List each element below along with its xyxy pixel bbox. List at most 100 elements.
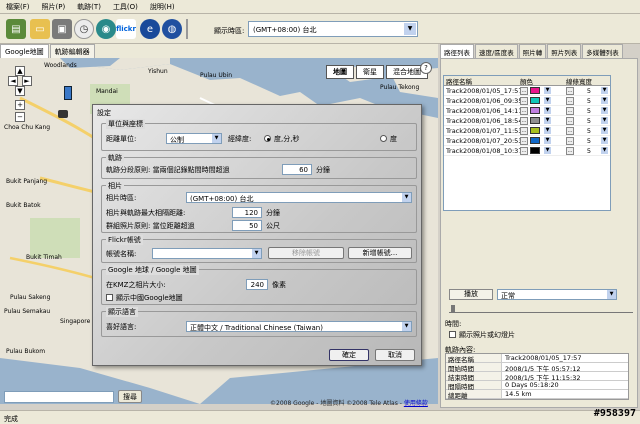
flickr-icon[interactable]: flickr [116, 19, 136, 39]
tab-track-list[interactable]: 路徑列表 [440, 44, 474, 58]
speed-select[interactable]: 正常 ▼ [497, 289, 617, 300]
slider-thumb[interactable] [451, 305, 455, 313]
width-picker-icon[interactable]: … [566, 116, 574, 125]
chevron-down-icon[interactable]: ▼ [544, 117, 551, 124]
color-swatch[interactable] [530, 97, 540, 104]
color-swatch[interactable] [530, 137, 540, 144]
chevron-down-icon[interactable]: ▼ [607, 290, 616, 299]
show-photo-checkbox[interactable] [449, 331, 456, 338]
zoom-out-icon[interactable]: − [15, 112, 25, 122]
china-map-checkbox[interactable] [106, 294, 113, 301]
map-search-input[interactable] [4, 391, 114, 403]
coord-dms-radio[interactable] [264, 135, 271, 142]
timezone-select[interactable]: (GMT+08:00) 台北 ▼ [248, 21, 418, 37]
zoom-in-icon[interactable]: + [15, 100, 25, 110]
table-row[interactable]: Track2008/01/05_17:57… ▼… 5 ▼ [444, 86, 610, 96]
tab-track-editor[interactable]: 軌跡編輯器 [49, 44, 95, 58]
tab-photo-convert[interactable]: 照片轉 [518, 44, 547, 58]
color-picker-icon[interactable]: … [520, 116, 528, 125]
tab-google-map[interactable]: Google地圖 [0, 44, 49, 58]
globe-icon[interactable]: ◉ [96, 19, 116, 39]
track-split-input[interactable]: 60 [282, 164, 312, 175]
distance-unit-select[interactable]: 公制 ▼ [166, 133, 222, 144]
table-row[interactable]: Track2008/01/06_09:35… ▼… 5 ▼ [444, 96, 610, 106]
flickr-remove-button[interactable]: 移除帳號 [268, 247, 344, 259]
width-picker-icon[interactable]: … [566, 136, 574, 145]
terms-link[interactable]: 使用條款 [404, 400, 428, 407]
table-row[interactable]: Track2008/01/06_18:54… ▼… 5 ▼ [444, 116, 610, 126]
color-swatch[interactable] [530, 127, 540, 134]
kmz-size-input[interactable]: 240 [246, 279, 268, 290]
folder-icon[interactable]: ▭ [30, 19, 50, 39]
table-row[interactable]: Track2008/01/08_10:37… ▼… 5 ▼ [444, 146, 610, 156]
color-picker-icon[interactable]: … [520, 126, 528, 135]
ok-button[interactable]: 確定 [329, 349, 369, 361]
play-button[interactable]: 播放 [449, 289, 493, 300]
lang-select[interactable]: 正體中文 / Traditional Chinese (Taiwan) ▼ [186, 321, 412, 332]
color-swatch[interactable] [530, 147, 540, 154]
table-row[interactable]: Track2008/01/07_20:53… ▼… 5 ▼ [444, 136, 610, 146]
chevron-down-icon[interactable]: ▼ [601, 97, 608, 104]
chevron-down-icon[interactable]: ▼ [601, 117, 608, 124]
menu-help[interactable]: 說明(H) [150, 2, 175, 12]
map-type-map[interactable]: 地圖 [326, 65, 354, 79]
chevron-down-icon[interactable]: ▼ [252, 249, 261, 258]
chevron-down-icon[interactable]: ▼ [544, 87, 551, 94]
google-earth-icon[interactable]: ◍ [162, 19, 182, 39]
chevron-down-icon[interactable]: ▼ [402, 322, 411, 331]
table-row[interactable]: Track2008/01/07_11:53… ▼… 5 ▼ [444, 126, 610, 136]
photo-time-input[interactable]: 120 [232, 207, 262, 218]
open-icon[interactable]: ▤ [6, 19, 26, 39]
color-picker-icon[interactable]: … [520, 96, 528, 105]
save-icon[interactable]: ▣ [52, 19, 72, 39]
pan-right-icon[interactable]: ► [22, 76, 32, 86]
chevron-down-icon[interactable]: ▼ [544, 97, 551, 104]
chevron-down-icon[interactable]: ▼ [544, 137, 551, 144]
pan-up-icon[interactable]: ▲ [15, 66, 25, 76]
chevron-down-icon[interactable]: ▼ [544, 107, 551, 114]
chevron-down-icon[interactable]: ▼ [402, 193, 411, 202]
menu-file[interactable]: 檔案(F) [6, 2, 30, 12]
tab-photo-list[interactable]: 照片列表 [547, 44, 582, 58]
color-swatch[interactable] [530, 107, 540, 114]
chevron-down-icon[interactable]: ▼ [601, 147, 608, 154]
map-type-satellite[interactable]: 衛星 [356, 65, 384, 79]
coord-deg-radio[interactable] [380, 135, 387, 142]
clock-icon[interactable]: ◷ [74, 19, 94, 39]
tab-media-list[interactable]: 多媒體列表 [582, 44, 623, 58]
menu-photo[interactable]: 照片(P) [42, 2, 66, 12]
width-picker-icon[interactable]: … [566, 106, 574, 115]
map-help-icon[interactable]: ? [420, 62, 432, 74]
flag-marker-icon[interactable] [64, 86, 72, 100]
pan-left-icon[interactable]: ◄ [8, 76, 18, 86]
flickr-account-select[interactable]: ▼ [152, 248, 262, 259]
ie-icon[interactable]: e [140, 19, 160, 39]
table-row[interactable]: Track2008/01/06_14:11… ▼… 5 ▼ [444, 106, 610, 116]
tab-speed-chart[interactable]: 速度/區度表 [475, 44, 518, 58]
color-picker-icon[interactable]: … [520, 146, 528, 155]
chevron-down-icon[interactable]: ▼ [601, 87, 608, 94]
photo-tz-select[interactable]: (GMT+08:00) 台北 ▼ [186, 192, 412, 203]
color-picker-icon[interactable]: … [520, 106, 528, 115]
chevron-down-icon[interactable]: ▼ [601, 107, 608, 114]
photo-group-input[interactable]: 50 [232, 220, 262, 231]
width-picker-icon[interactable]: … [566, 126, 574, 135]
pan-down-icon[interactable]: ▼ [15, 86, 25, 96]
width-picker-icon[interactable]: … [566, 86, 574, 95]
chevron-down-icon[interactable]: ▼ [601, 127, 608, 134]
width-picker-icon[interactable]: … [566, 96, 574, 105]
time-slider[interactable] [449, 305, 633, 313]
camera-marker-icon[interactable] [58, 110, 68, 118]
chevron-down-icon[interactable]: ▼ [212, 134, 221, 143]
flickr-add-button[interactable]: 新增帳號... [348, 247, 412, 259]
chevron-down-icon[interactable]: ▼ [544, 147, 551, 154]
color-picker-icon[interactable]: … [520, 86, 528, 95]
chevron-down-icon[interactable]: ▼ [544, 127, 551, 134]
cancel-button[interactable]: 取消 [375, 349, 415, 361]
width-picker-icon[interactable]: … [566, 146, 574, 155]
chevron-down-icon[interactable]: ▼ [601, 137, 608, 144]
color-swatch[interactable] [530, 117, 540, 124]
color-picker-icon[interactable]: … [520, 136, 528, 145]
chevron-down-icon[interactable]: ▼ [404, 23, 416, 35]
map-search-button[interactable]: 搜尋 [118, 390, 142, 403]
